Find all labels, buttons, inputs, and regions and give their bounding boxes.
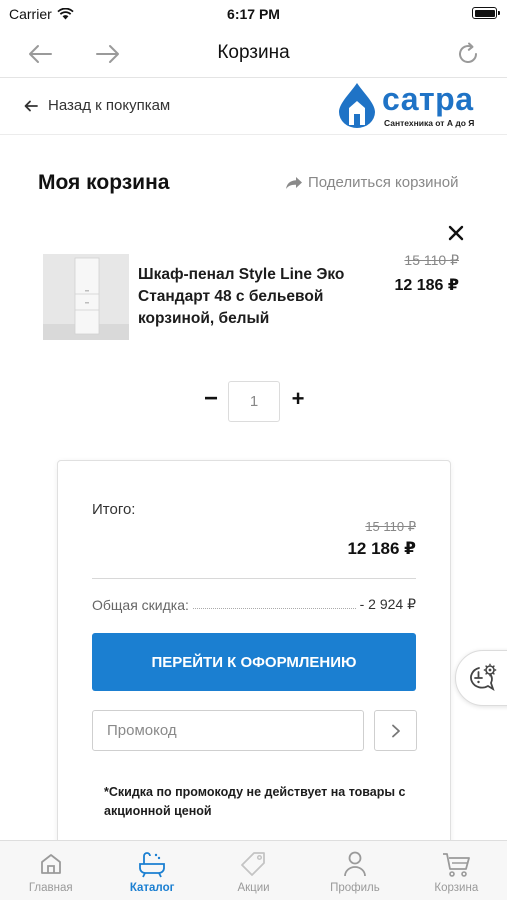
discount-value: - 2 924 ₽ [359, 596, 416, 612]
home-icon [36, 849, 66, 879]
product-name[interactable]: Шкаф-пенал Style Line Эко Стандарт 48 с … [138, 264, 363, 330]
battery-icon [472, 7, 500, 19]
tab-home-label: Главная [28, 882, 73, 894]
product-old-price: 15 110 ₽ [404, 252, 459, 268]
chevron-right-icon [391, 724, 400, 737]
discount-leader-dots [192, 608, 356, 609]
order-summary-card: Итого: 15 110 ₽ 12 186 ₽ Общая скидка: -… [57, 460, 451, 860]
back-to-shopping-label: Назад к покупкам [48, 97, 171, 114]
quantity-input[interactable] [228, 381, 280, 422]
product-price: 12 186 ₽ [394, 277, 459, 294]
summary-divider [92, 578, 416, 579]
logo-tagline: Сантехника от А до Я [384, 118, 475, 128]
tab-promotions-label: Акции [237, 882, 270, 894]
browser-nav: Корзина [0, 30, 507, 78]
tab-cart-label: Корзина [434, 882, 479, 894]
product-image[interactable] [43, 254, 129, 340]
site-header: Назад к покупкам сатра Сантехника от А д… [0, 79, 507, 135]
user-icon [340, 849, 370, 879]
promo-code-input[interactable] [92, 710, 364, 751]
reload-button[interactable] [452, 38, 484, 70]
total-label: Итого: [92, 501, 136, 518]
tab-promotions[interactable]: Акции [203, 841, 304, 900]
tab-profile[interactable]: Профиль [304, 841, 405, 900]
chat-support-button[interactable] [455, 650, 507, 706]
checkout-button[interactable]: ПЕРЕЙТИ К ОФОРМЛЕНИЮ [92, 633, 416, 691]
reload-icon [459, 42, 477, 63]
quantity-decrease-button[interactable]: − [200, 386, 222, 412]
quantity-increase-button[interactable]: + [287, 386, 309, 412]
tab-catalog-label: Каталог [129, 882, 175, 894]
cart-icon [441, 849, 471, 879]
satra-logo[interactable]: сатра Сантехника от А до Я [336, 81, 484, 131]
water-drop-icon [339, 83, 375, 128]
remove-item-button[interactable] [445, 222, 467, 244]
arrow-left-icon [24, 100, 38, 111]
status-time: 6:17 PM [227, 6, 280, 22]
tab-catalog[interactable]: Каталог [101, 841, 202, 900]
promo-note: *Скидка по промокоду не действует на тов… [104, 785, 406, 818]
back-to-shopping-link[interactable]: Назад к покупкам [24, 97, 170, 114]
tab-profile-label: Профиль [330, 882, 380, 894]
tag-icon [239, 849, 269, 879]
close-icon [448, 225, 464, 241]
share-cart-link[interactable]: Поделиться корзиной [285, 174, 459, 191]
discount-label: Общая скидка: [92, 597, 189, 613]
share-cart-label: Поделиться корзиной [308, 174, 459, 191]
browser-title: Корзина [217, 42, 290, 63]
tab-home[interactable]: Главная [0, 841, 101, 900]
logo-name: сатра [382, 81, 474, 117]
share-arrow-icon [286, 176, 302, 189]
cabinet-image [43, 254, 129, 340]
bathtub-icon [137, 849, 167, 879]
chat-settings-icon [470, 663, 497, 692]
status-bar: Carrier 6:17 PM [0, 0, 507, 30]
discount-row: Общая скидка: - 2 924 ₽ [92, 596, 416, 613]
total-old-price: 15 110 ₽ [365, 519, 416, 534]
bottom-tab-bar: Главная Каталог Акции Профиль Корзина [0, 840, 507, 900]
promo-apply-button[interactable] [374, 710, 417, 751]
total-price: 12 186 ₽ [347, 539, 416, 558]
cart-title: Моя корзина [38, 171, 170, 194]
tab-cart[interactable]: Корзина [406, 841, 507, 900]
